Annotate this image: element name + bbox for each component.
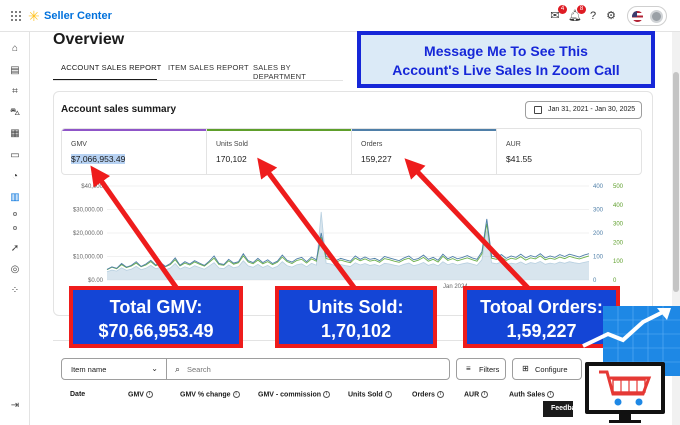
callout-line: 1,70,102	[320, 321, 392, 341]
callout-total-gmv: Total GMV: $70,66,953.49	[69, 286, 243, 348]
shopping-cart-growth-graphic	[582, 306, 680, 423]
monitor-base	[609, 420, 641, 423]
monitor-stand	[619, 414, 631, 420]
arrow-to-gmv	[90, 165, 181, 292]
callout-line: Units Sold:	[308, 297, 404, 317]
arrow-to-orders	[404, 158, 532, 292]
callout-units-sold: Units Sold: 1,70,102	[275, 286, 437, 348]
callout-line: $70,66,953.49	[98, 321, 214, 341]
arrow-to-units-sold	[257, 157, 359, 292]
callout-line: Total GMV:	[109, 297, 203, 317]
